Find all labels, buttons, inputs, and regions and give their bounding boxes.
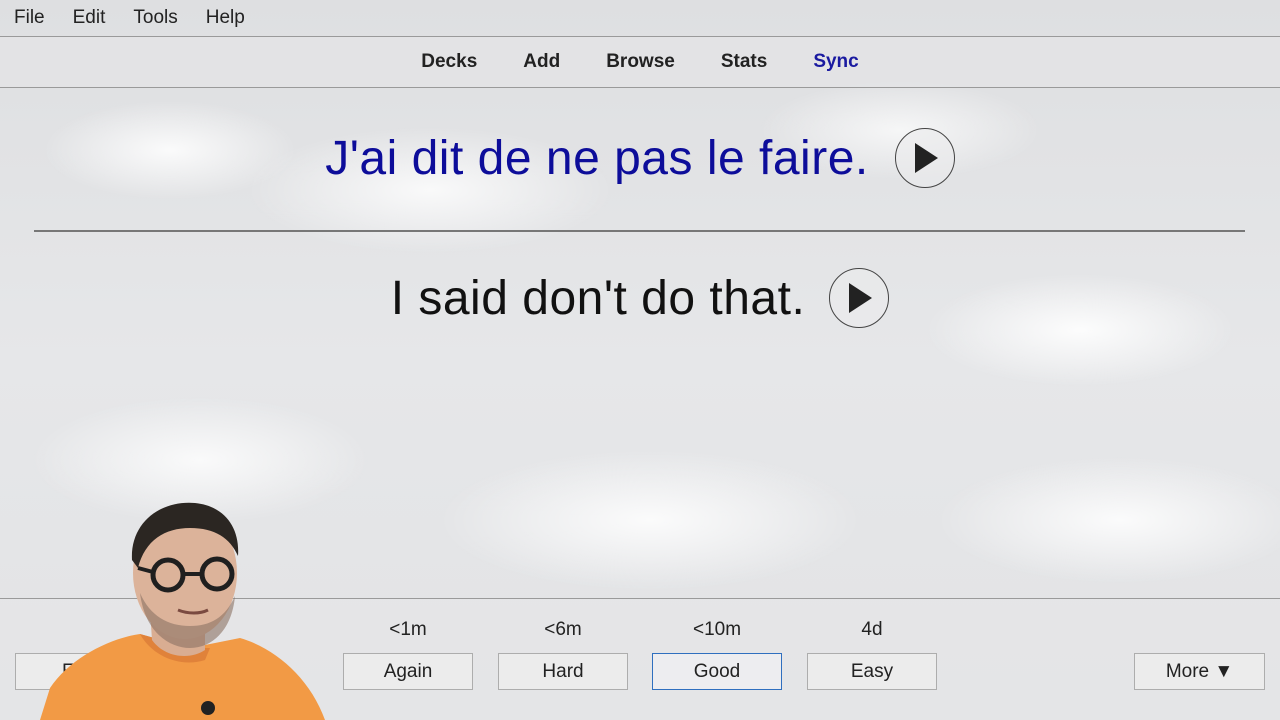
front-text: J'ai dit de ne pas le faire. — [325, 131, 869, 185]
presenter-video-overlay — [40, 502, 325, 720]
back-text: I said don't do that. — [390, 271, 806, 325]
menu-file[interactable]: File — [0, 7, 59, 29]
menu-tools[interactable]: Tools — [119, 7, 191, 29]
play-icon — [849, 283, 873, 313]
card-back: I said don't do that. — [0, 268, 1280, 328]
easy-button[interactable]: Easy — [807, 653, 937, 690]
main-toolbar: Decks Add Browse Stats Sync — [0, 36, 1280, 88]
menu-help[interactable]: Help — [192, 7, 259, 29]
stats-link[interactable]: Stats — [721, 51, 767, 73]
menu-edit[interactable]: Edit — [59, 7, 120, 29]
hard-button[interactable]: Hard — [498, 653, 628, 690]
again-button[interactable]: Again — [343, 653, 473, 690]
browse-link[interactable]: Browse — [606, 51, 675, 73]
good-interval: <10m — [692, 619, 742, 640]
hard-interval: <6m — [544, 619, 582, 640]
back-audio-button[interactable] — [829, 268, 890, 328]
easy-interval: 4d — [861, 619, 883, 640]
again-interval: <1m — [389, 619, 427, 640]
play-icon — [914, 143, 938, 173]
card-divider — [34, 230, 1245, 232]
decks-link[interactable]: Decks — [421, 51, 477, 73]
front-audio-button[interactable] — [894, 128, 955, 188]
sync-link[interactable]: Sync — [813, 51, 858, 73]
more-button[interactable]: More ▼ — [1134, 653, 1265, 690]
good-button[interactable]: Good — [652, 653, 782, 690]
menu-bar: File Edit Tools Help — [0, 0, 1280, 36]
card-front: J'ai dit de ne pas le faire. — [0, 128, 1280, 188]
add-link[interactable]: Add — [523, 51, 560, 73]
